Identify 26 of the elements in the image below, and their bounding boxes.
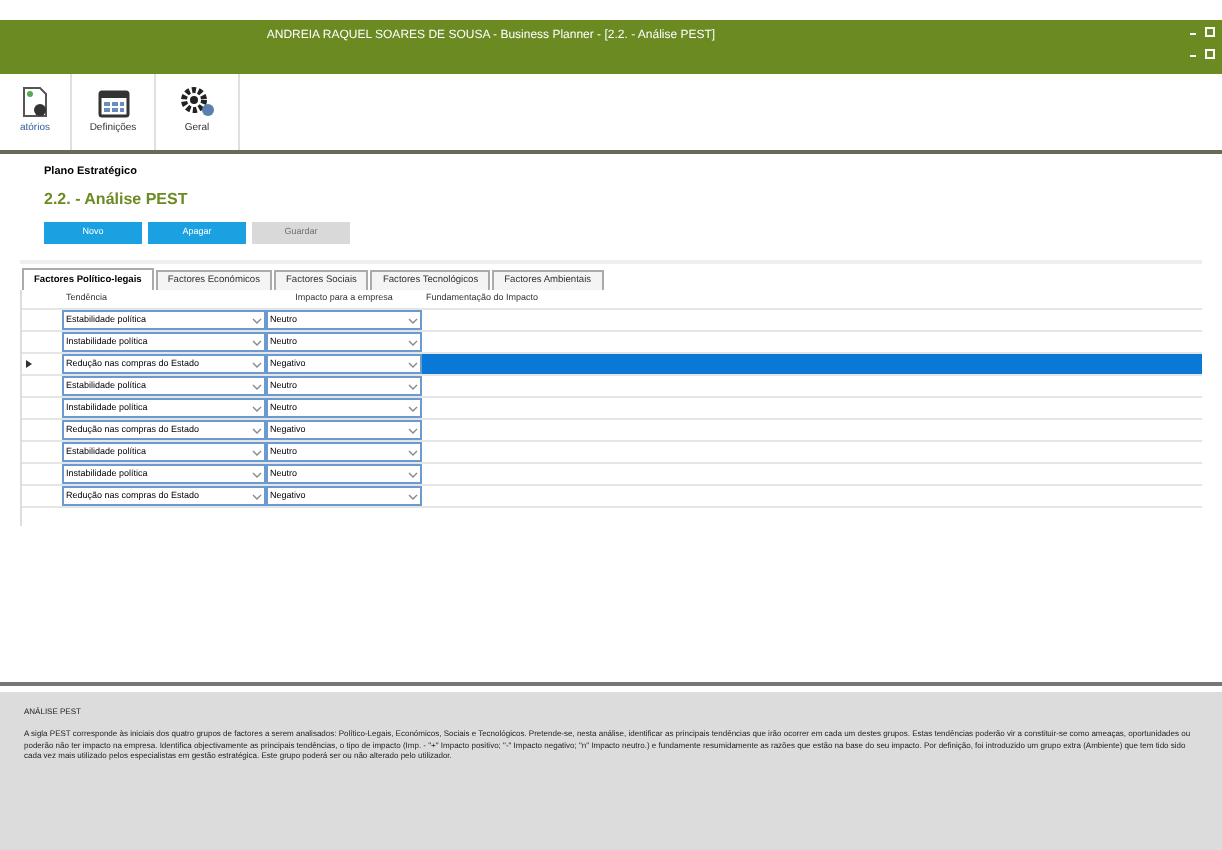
- chevron-icon: [252, 427, 262, 434]
- chevron-icon: [252, 339, 262, 346]
- window-controls-icon[interactable]: [1188, 26, 1216, 38]
- chevron-icon: [408, 361, 418, 368]
- calendar-icon: [97, 87, 129, 118]
- chevron-icon: [408, 405, 418, 412]
- chevron-icon: [408, 449, 418, 456]
- chevron-icon: [252, 361, 262, 368]
- chevron-icon: [408, 383, 418, 390]
- document-icon: [21, 86, 49, 119]
- chevron-icon: [252, 405, 262, 412]
- chevron-icon: [252, 383, 262, 390]
- chevron-icon: [252, 449, 262, 456]
- gears-icon: [179, 86, 215, 119]
- page-heading: 2.2. - Análise PEST: [44, 188, 190, 213]
- chevron-icon: [408, 493, 418, 500]
- window-controls-icon[interactable]: [1188, 48, 1216, 60]
- chevron-icon: [408, 427, 418, 434]
- selected-cell[interactable]: [422, 354, 1202, 375]
- chevron-icon: [408, 471, 418, 478]
- chevron-icon: [408, 339, 418, 346]
- chevron-icon: [408, 317, 418, 324]
- chevron-icon: [252, 471, 262, 478]
- chevron-icon: [252, 493, 262, 500]
- chevron-icon: [252, 317, 262, 324]
- row-pointer-icon: [26, 360, 32, 369]
